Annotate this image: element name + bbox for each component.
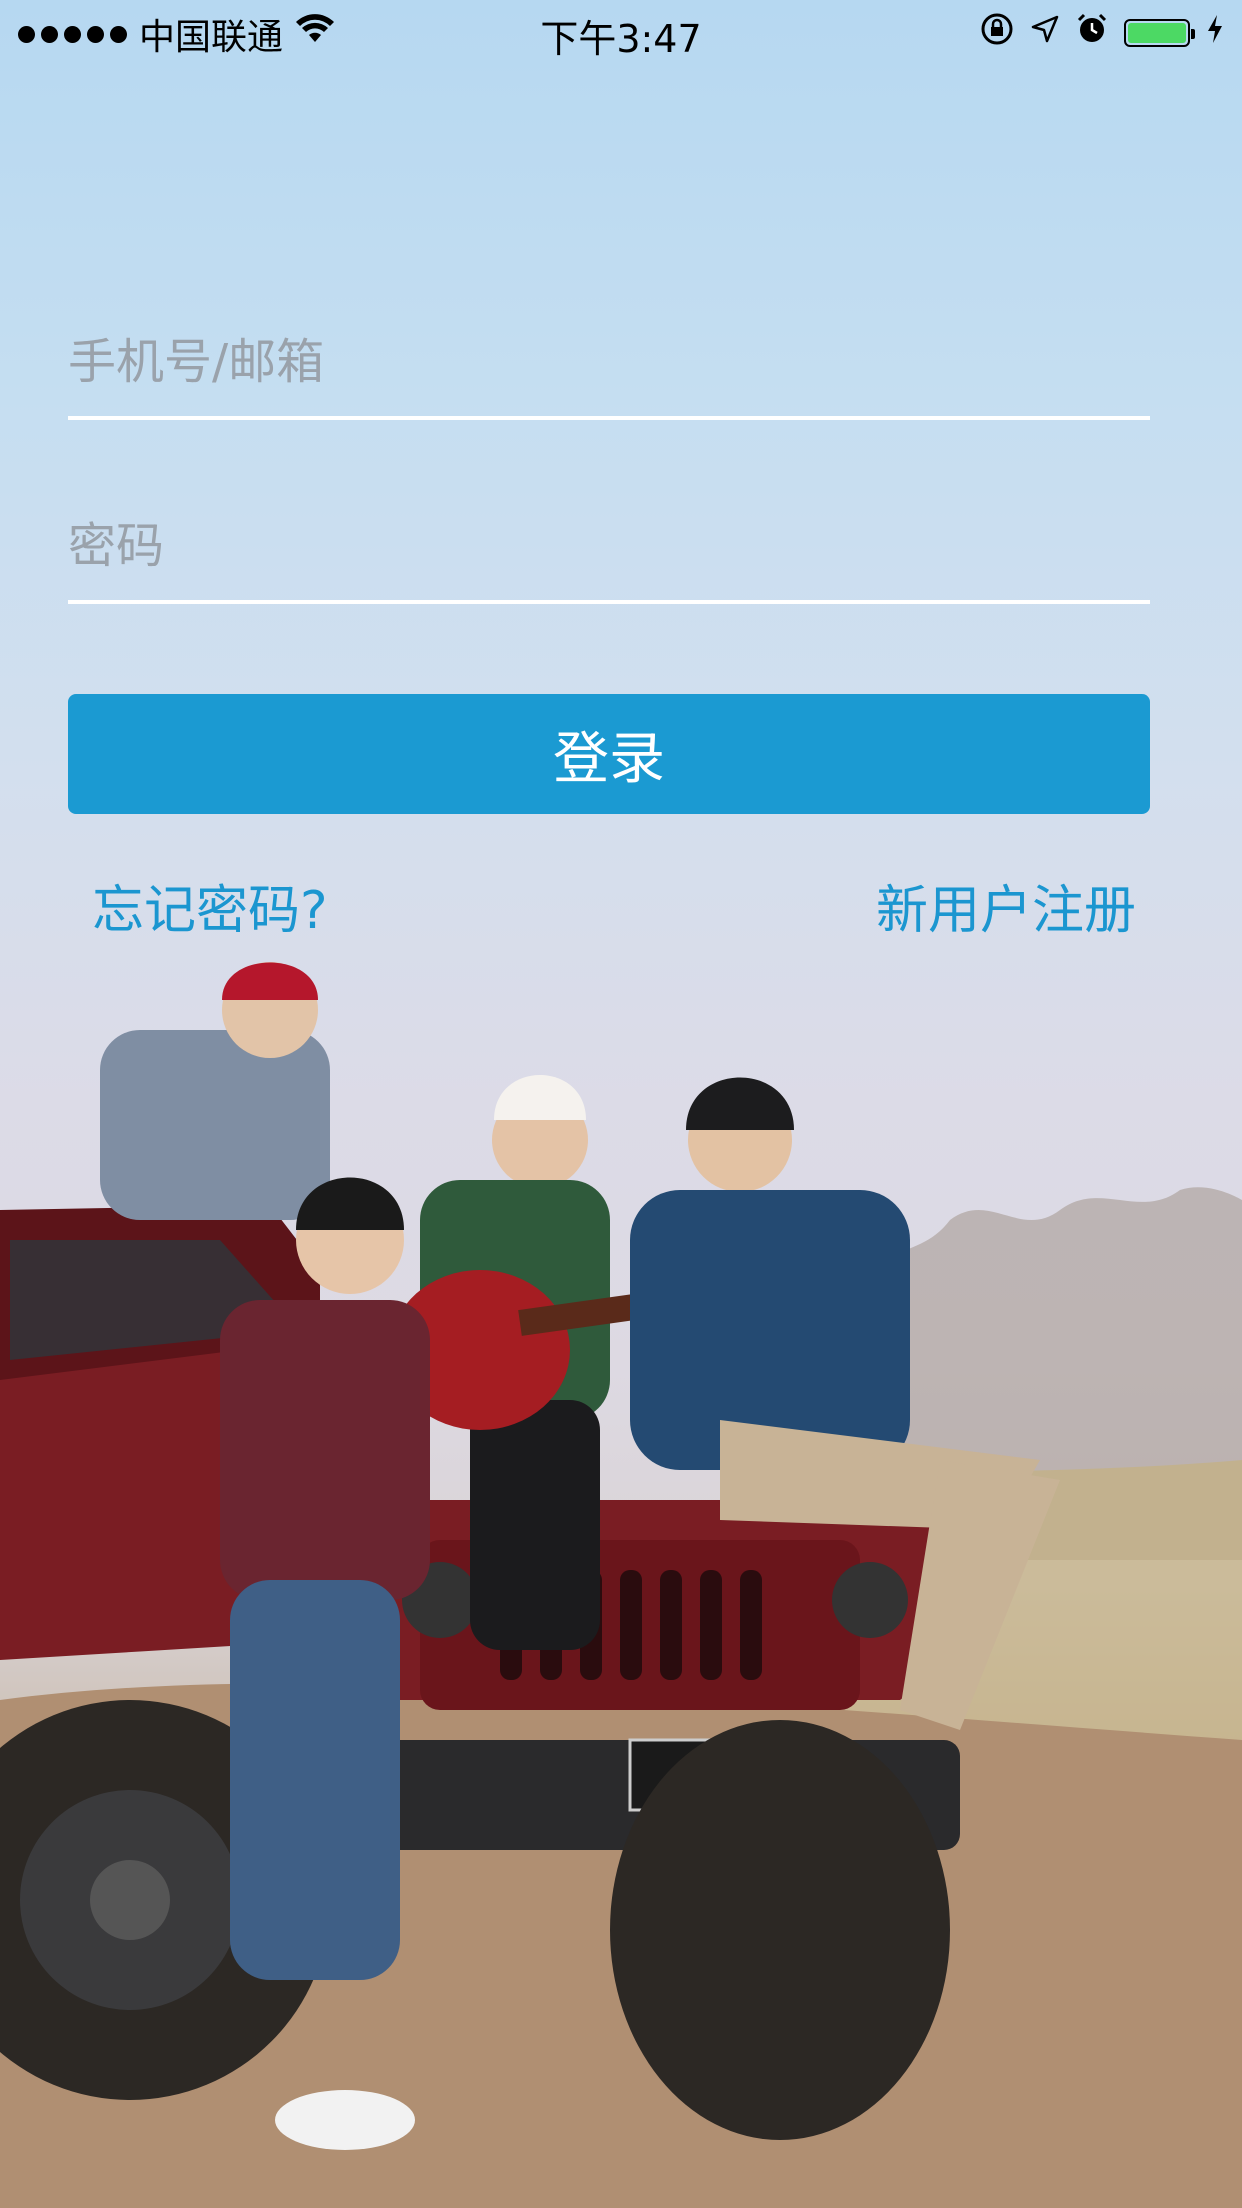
orientation-lock-icon [980, 12, 1014, 54]
location-icon [1030, 14, 1060, 52]
battery-level [1128, 23, 1186, 43]
account-field[interactable] [68, 300, 1150, 420]
register-link[interactable]: 新用户注册 [876, 868, 1136, 943]
status-right [980, 12, 1224, 54]
background-photo [0, 962, 1242, 2208]
password-field[interactable] [68, 484, 1150, 604]
status-bar: 中国联通 下午3:47 [0, 0, 1242, 61]
login-button[interactable]: 登录 [68, 694, 1150, 814]
alarm-icon [1076, 13, 1108, 53]
battery-icon [1124, 19, 1195, 47]
account-input[interactable] [68, 334, 1150, 390]
password-input[interactable] [68, 518, 1150, 574]
forgot-password-link[interactable]: 忘记密码? [92, 868, 328, 943]
charging-icon [1206, 14, 1224, 52]
